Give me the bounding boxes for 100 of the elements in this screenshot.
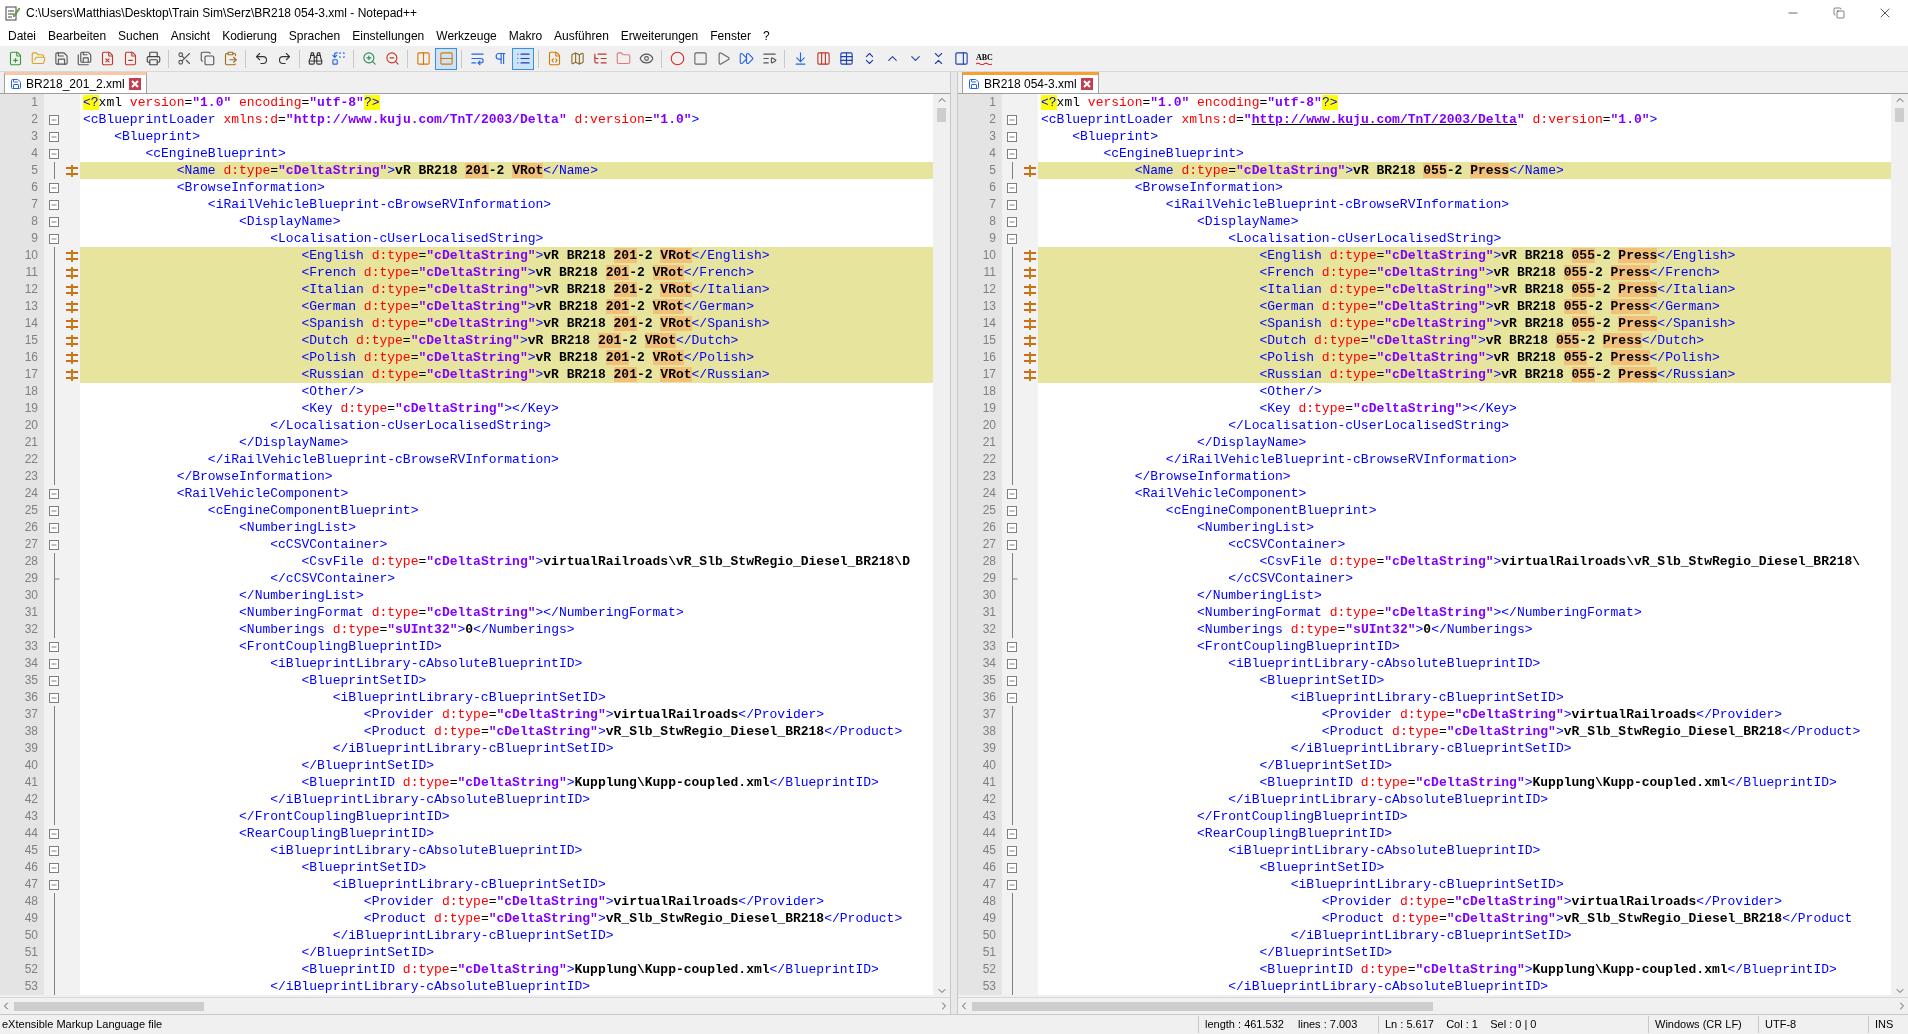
fold-box-icon[interactable] bbox=[49, 182, 59, 193]
fold-box-icon[interactable] bbox=[1007, 641, 1017, 652]
close-tab-icon[interactable] bbox=[128, 78, 141, 90]
menu-item[interactable]: Datei bbox=[2, 27, 42, 45]
fold-box-icon[interactable] bbox=[49, 148, 59, 159]
line-number: 52 bbox=[0, 961, 44, 978]
fold-box-icon[interactable] bbox=[49, 131, 59, 142]
close-tab-icon[interactable] bbox=[1080, 78, 1093, 90]
fold-box-icon[interactable] bbox=[1007, 692, 1017, 703]
scroll-thumb[interactable] bbox=[937, 108, 946, 122]
menu-item[interactable]: Erweiterungen bbox=[614, 27, 705, 45]
fold-box-icon[interactable] bbox=[49, 692, 59, 703]
scroll-thumb[interactable] bbox=[14, 1001, 204, 1011]
line-number: 45 bbox=[0, 842, 44, 859]
code-line: </iBlueprintLibrary-cAbsoluteBlueprintID> bbox=[1227, 979, 1549, 994]
scroll-thumb[interactable] bbox=[972, 1001, 1433, 1011]
indent-guide-button[interactable] bbox=[512, 47, 534, 70]
code-line: </BlueprintSetID> bbox=[1258, 945, 1393, 960]
horizontal-scrollbar[interactable] bbox=[0, 997, 950, 1014]
line-number: 6 bbox=[958, 179, 1002, 196]
line-number: 47 bbox=[0, 876, 44, 893]
menu-item[interactable]: Sprachen bbox=[282, 27, 347, 45]
line-number: 1 bbox=[958, 94, 1002, 111]
fold-box-icon[interactable] bbox=[49, 522, 59, 533]
menu-item[interactable]: Bearbeiten bbox=[42, 27, 113, 45]
menu-item[interactable]: ? bbox=[756, 27, 776, 45]
fold-box-icon[interactable] bbox=[1007, 522, 1017, 533]
fold-box-icon[interactable] bbox=[1007, 233, 1017, 244]
code-line: <French d:type="cDeltaString">vR BR218 055-2 Press</French> bbox=[1258, 265, 1720, 280]
file-tab[interactable]: BR218 054-3.xml bbox=[962, 72, 1099, 93]
fold-box-icon[interactable] bbox=[1007, 199, 1017, 210]
code-line: <Polish d:type="cDeltaString">vR BR218 055-2 Press</Polish> bbox=[1258, 350, 1720, 365]
menu-item[interactable]: Werkzeuge bbox=[430, 27, 503, 45]
fold-box-icon[interactable] bbox=[49, 641, 59, 652]
code-line: </iBlueprintLibrary-cAbsoluteBlueprintID> bbox=[1227, 792, 1549, 807]
menu-item[interactable]: Ausführen bbox=[548, 27, 615, 45]
code-line: </cCSVContainer> bbox=[269, 571, 396, 586]
fold-box-icon[interactable] bbox=[1007, 148, 1017, 159]
line-number: 9 bbox=[0, 230, 44, 247]
fold-box-icon[interactable] bbox=[49, 114, 59, 125]
code-line: <Provider d:type="cDeltaString">virtualRailroads</Provider> bbox=[362, 707, 825, 722]
line-number: 24 bbox=[958, 485, 1002, 502]
fold-box-icon[interactable] bbox=[1007, 505, 1017, 516]
line-number: 50 bbox=[958, 927, 1002, 944]
sync-horizontal-button[interactable] bbox=[435, 47, 457, 70]
spell-check-button[interactable]: ABC bbox=[973, 47, 996, 70]
menu-item[interactable]: Einstellungen bbox=[346, 27, 431, 45]
menu-item[interactable]: Kodierung bbox=[216, 27, 283, 45]
line-number: 30 bbox=[958, 587, 1002, 604]
fold-box-icon[interactable] bbox=[49, 505, 59, 516]
code-line: </BlueprintSetID> bbox=[300, 758, 435, 773]
line-number: 19 bbox=[958, 400, 1002, 417]
menu-item[interactable]: Suchen bbox=[112, 27, 165, 45]
scroll-thumb[interactable] bbox=[1895, 108, 1904, 122]
fold-box-icon[interactable] bbox=[49, 845, 59, 856]
fold-box-icon[interactable] bbox=[1007, 658, 1017, 669]
line-number: 42 bbox=[958, 791, 1002, 808]
line-number: 27 bbox=[0, 536, 44, 553]
fold-box-icon[interactable] bbox=[1007, 539, 1017, 550]
horizontal-scrollbar[interactable] bbox=[958, 997, 1908, 1014]
fold-box-icon[interactable] bbox=[1007, 828, 1017, 839]
fold-box-icon[interactable] bbox=[1007, 845, 1017, 856]
fold-box-icon[interactable] bbox=[49, 658, 59, 669]
fold-box-icon[interactable] bbox=[49, 488, 59, 499]
save-macro-icon bbox=[761, 51, 777, 66]
cursor-position-label: Ln : 5.617 Col : 1 Sel : 0 | 0 bbox=[1378, 1016, 1648, 1033]
fold-box-icon[interactable] bbox=[1007, 862, 1017, 873]
fold-box-icon[interactable] bbox=[1007, 114, 1017, 125]
fold-box-icon[interactable] bbox=[49, 879, 59, 890]
file-tab[interactable]: BR218_201_2.xml bbox=[4, 72, 147, 93]
fold-box-icon[interactable] bbox=[49, 862, 59, 873]
code-line: <cBlueprintLoader xmlns:d="http://www.kuju.com/TnT/2003/Delta" d:version="1.0"> bbox=[1041, 112, 1658, 127]
menu-item[interactable]: Makro bbox=[502, 27, 549, 45]
code-line: </Localisation-cUserLocalisedString> bbox=[1227, 418, 1510, 433]
line-number: 34 bbox=[958, 655, 1002, 672]
code-line: <FrontCouplingBlueprintID> bbox=[238, 639, 442, 654]
code-line: <iBlueprintLibrary-cBlueprintSetID> bbox=[331, 877, 606, 892]
fold-box-icon[interactable] bbox=[1007, 675, 1017, 686]
line-number: 23 bbox=[958, 468, 1002, 485]
fold-box-icon[interactable] bbox=[49, 199, 59, 210]
fold-box-icon[interactable] bbox=[49, 675, 59, 686]
fold-box-icon[interactable] bbox=[1007, 131, 1017, 142]
code-line: <CsvFile d:type="cDeltaString">virtualRailroads\vR_Slb_StwRegio_Diesel_BR218\D bbox=[300, 554, 910, 569]
code-line: <BlueprintSetID> bbox=[1258, 860, 1385, 875]
code-line: <BlueprintID d:type="cDeltaString">Kupplung\Kupp-coupled.xml</BlueprintID> bbox=[300, 775, 879, 790]
fold-box-icon[interactable] bbox=[49, 828, 59, 839]
fold-box-icon[interactable] bbox=[1007, 182, 1017, 193]
code-line: <Spanish d:type="cDeltaString">vR BR218 055-2 Press</Spanish> bbox=[1258, 316, 1736, 331]
menu-item[interactable]: Fenster bbox=[704, 27, 757, 45]
fold-box-icon[interactable] bbox=[49, 216, 59, 227]
fold-box-icon[interactable] bbox=[1007, 879, 1017, 890]
fold-box-icon[interactable] bbox=[49, 539, 59, 550]
code-line: <Provider d:type="cDeltaString">virtualRailroads</Provider> bbox=[1320, 894, 1783, 909]
line-number: 43 bbox=[958, 808, 1002, 825]
line-number: 5 bbox=[958, 162, 1002, 179]
fold-box-icon[interactable] bbox=[1007, 488, 1017, 499]
fold-box-icon[interactable] bbox=[1007, 216, 1017, 227]
fold-box-icon[interactable] bbox=[49, 233, 59, 244]
menu-item[interactable]: Ansicht bbox=[164, 27, 217, 45]
line-number: 21 bbox=[958, 434, 1002, 451]
